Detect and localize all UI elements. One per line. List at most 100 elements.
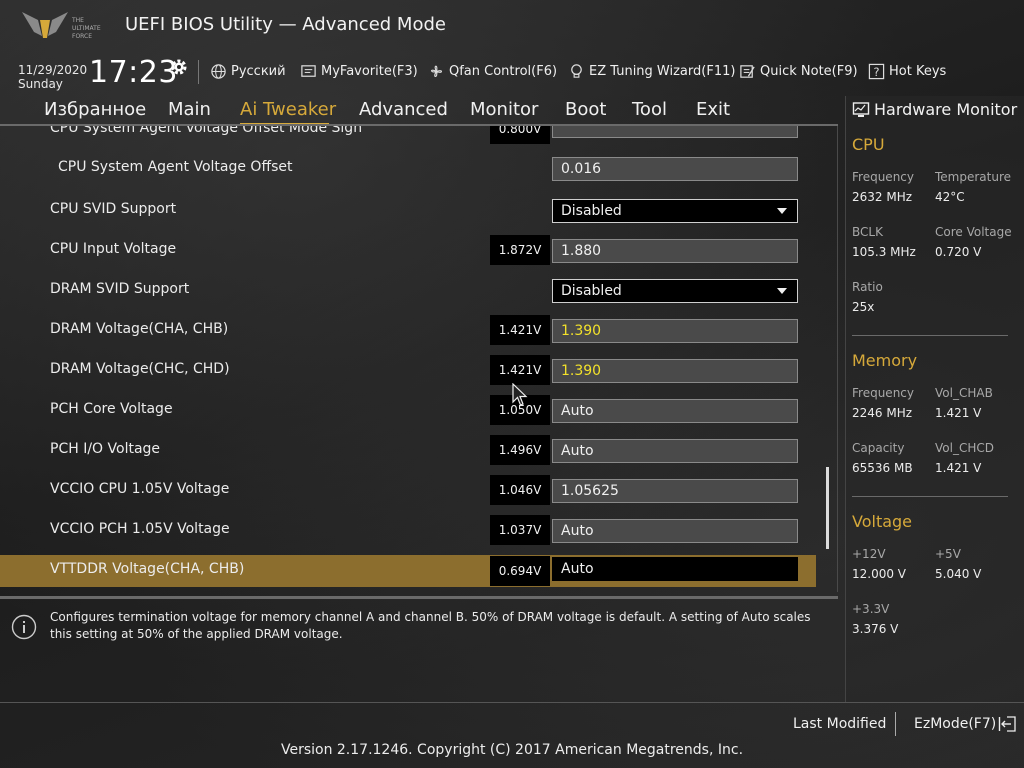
hot-keys-button[interactable]: ? Hot Keys (868, 61, 946, 81)
tuf-logo: THE ULTIMATE FORCE (22, 12, 101, 40)
caret-down-icon (777, 208, 787, 214)
myfavorite-label: MyFavorite(F3) (321, 63, 418, 79)
last-modified-button[interactable]: Last Modified (793, 716, 886, 732)
v5-value: 5.040 V (935, 567, 982, 581)
ratio-value: 25x (852, 300, 875, 314)
settings-panel: CPU System Agent Voltage Offset Mode Sig… (0, 124, 838, 592)
setting-value-field[interactable]: Auto (552, 399, 798, 423)
fan-icon (430, 65, 443, 77)
hot-keys-label: Hot Keys (889, 63, 947, 79)
header-divider (198, 60, 199, 84)
note-icon (740, 64, 755, 78)
mouse-pointer-icon (512, 383, 528, 406)
quick-note-button[interactable]: Quick Note(F9) (739, 61, 858, 81)
cpu-frequency-value: 2632 MHz (852, 190, 913, 204)
myfavorite-button[interactable]: MyFavorite(F3) (300, 61, 418, 81)
setting-label: CPU Input Voltage (50, 241, 177, 257)
tab-main[interactable]: Main (168, 99, 211, 120)
v12-value: 12.000 V (852, 567, 907, 581)
vol-chab-label: Vol_CHAB (935, 386, 993, 400)
vol-chcd-value: 1.421 V (935, 461, 982, 475)
cpu-svid-select[interactable]: Disabled (552, 199, 798, 223)
setting-value-field[interactable]: Auto (552, 519, 798, 543)
ratio-label: Ratio (852, 280, 883, 294)
svg-text:THE: THE (71, 17, 84, 24)
favorite-icon (301, 64, 316, 77)
v12-label: +12V (852, 547, 886, 561)
setting-value-field[interactable]: 1.390 (552, 359, 798, 383)
lightbulb-icon (571, 63, 582, 78)
v5-label: +5V (935, 547, 961, 561)
voltage-heading: Voltage (852, 512, 913, 531)
setting-value-field[interactable]: 0.016 (552, 157, 798, 181)
memory-frequency-label: Frequency (852, 386, 914, 400)
setting-value-field[interactable]: Auto (552, 557, 798, 581)
capacity-label: Capacity (852, 441, 905, 455)
clock-display: 17:23 (89, 55, 178, 90)
cpu-temperature-value: 42°C (935, 190, 965, 204)
setting-label: PCH I/O Voltage (50, 441, 161, 457)
section-divider (852, 496, 1008, 497)
svg-text:FORCE: FORCE (72, 33, 92, 40)
qfan-control-label: Qfan Control(F6) (449, 63, 558, 79)
v33-value: 3.376 V (852, 622, 899, 636)
voltage-reading: 0.694V (490, 556, 550, 586)
version-text: Version 2.17.1246. Copyright (C) 2017 Am… (280, 742, 744, 758)
voltage-reading: 1.421V (490, 315, 550, 345)
quick-note-label: Quick Note(F9) (760, 63, 858, 79)
setting-value-field[interactable]: Auto (552, 439, 798, 463)
tab-exit[interactable]: Exit (696, 99, 730, 120)
tab-advanced[interactable]: Advanced (359, 99, 448, 120)
setting-label: DRAM SVID Support (50, 281, 190, 297)
question-icon: ? (868, 63, 885, 79)
tab-favorites[interactable]: Избранное (44, 99, 146, 120)
voltage-reading: 1.046V (490, 475, 550, 505)
setting-label: DRAM Voltage(CHC, CHD) (50, 361, 230, 377)
setting-label: CPU SVID Support (50, 201, 177, 217)
exit-mode-icon (999, 716, 1016, 732)
memory-frequency-value: 2246 MHz (852, 406, 913, 420)
panel-divider (0, 124, 838, 126)
cpu-frequency-label: Frequency (852, 170, 914, 184)
app-title: UEFI BIOS Utility — Advanced Mode (125, 14, 446, 35)
tab-ai-tweaker[interactable]: Ai Tweaker (240, 99, 336, 120)
ezmode-button[interactable]: EzMode(F7) (914, 716, 1016, 732)
language-button[interactable]: Русский (210, 61, 286, 81)
voltage-reading: 0.800V (490, 124, 550, 144)
setting-value-field[interactable]: 1.880 (552, 239, 798, 263)
setting-label: VCCIO CPU 1.05V Voltage (50, 481, 230, 497)
gear-icon[interactable] (169, 57, 189, 77)
language-label: Русский (231, 63, 286, 79)
footer-separator (895, 712, 896, 736)
info-icon (11, 614, 37, 640)
vol-chcd-label: Vol_CHCD (935, 441, 994, 455)
ez-tuning-wizard-button[interactable]: EZ Tuning Wizard(F11) (568, 61, 735, 81)
scrollbar-thumb[interactable] (826, 467, 829, 549)
core-voltage-value: 0.720 V (935, 245, 982, 259)
setting-label: VTTDDR Voltage(CHA, CHB) (50, 561, 245, 577)
qfan-control-button[interactable]: Qfan Control(F6) (428, 61, 557, 81)
memory-heading: Memory (852, 351, 918, 370)
setting-value-field[interactable] (552, 124, 798, 138)
globe-icon (211, 63, 226, 79)
hardware-monitor-header: Hardware Monitor (852, 100, 1017, 119)
ez-tuning-wizard-label: EZ Tuning Wizard(F11) (589, 63, 736, 79)
footer-divider (0, 702, 1024, 703)
cpu-heading: CPU (852, 135, 885, 154)
voltage-reading: 1.872V (490, 235, 550, 265)
tab-tool[interactable]: Tool (632, 99, 667, 120)
date-display: 11/29/2020 (18, 63, 88, 77)
setting-label: PCH Core Voltage (50, 401, 173, 417)
dram-svid-select[interactable]: Disabled (552, 279, 798, 303)
help-description: Configures termination voltage for memor… (50, 610, 811, 641)
voltage-reading: 1.421V (490, 355, 550, 385)
v33-label: +3.3V (852, 602, 890, 616)
tab-monitor[interactable]: Monitor (470, 99, 538, 120)
tab-boot[interactable]: Boot (565, 99, 606, 120)
bclk-label: BCLK (852, 225, 883, 239)
select-value: Disabled (561, 283, 622, 299)
setting-value-field[interactable]: 1.390 (552, 319, 798, 343)
voltage-reading: 1.037V (490, 515, 550, 545)
setting-label: VCCIO PCH 1.05V Voltage (50, 521, 230, 537)
setting-value-field[interactable]: 1.05625 (552, 479, 798, 503)
